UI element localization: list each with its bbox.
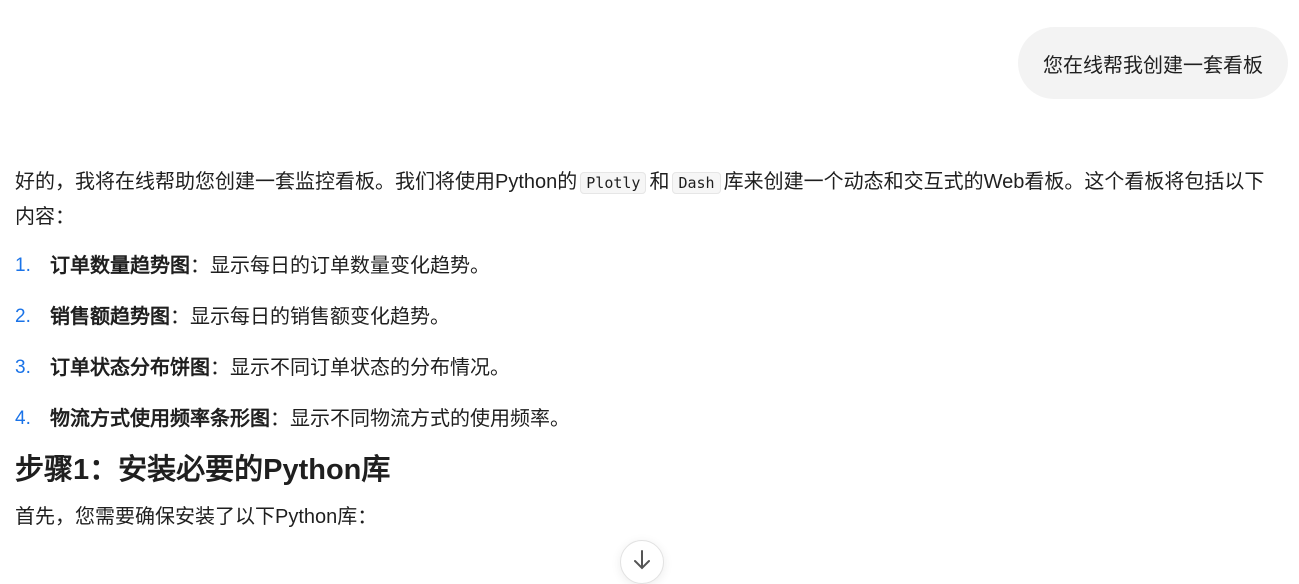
- list-item-title: 订单数量趋势图: [50, 254, 190, 277]
- list-item-title: 销售额趋势图: [50, 305, 170, 328]
- intro-text-and: 和: [649, 171, 670, 193]
- list-item-desc: ：显示每日的销售额变化趋势。: [170, 305, 450, 328]
- scroll-to-bottom-button[interactable]: [620, 540, 664, 584]
- list-item-title: 物流方式使用频率条形图: [50, 407, 270, 430]
- list-number: 2.: [15, 305, 31, 327]
- list-number: 4.: [15, 407, 31, 429]
- inline-code-dash: Dash: [672, 172, 721, 194]
- feature-list: 1. 订单数量趋势图 ：显示每日的订单数量变化趋势。 2. 销售额趋势图 ：显示每日的销…: [15, 240, 1265, 444]
- list-item-desc: ：显示每日的订单数量变化趋势。: [190, 254, 490, 277]
- inline-code-plotly: Plotly: [580, 172, 647, 194]
- arrow-down-icon: [634, 550, 650, 570]
- intro-paragraph: 好的，我将在线帮助您创建一套监控看板。我们将使用Python的 Plotly 和 Da…: [15, 165, 1265, 234]
- list-item: 1. 订单数量趋势图 ：显示每日的订单数量变化趋势。: [15, 240, 1265, 291]
- list-number: 1.: [15, 254, 31, 276]
- user-message-text: 您在线帮我创建一套看板: [1043, 54, 1263, 77]
- list-item: 2. 销售额趋势图 ：显示每日的销售额变化趋势。: [15, 291, 1265, 342]
- list-item-desc: ：显示不同订单状态的分布情况。: [210, 356, 510, 379]
- step-text: 首先，您需要确保安装了以下Python库：: [15, 506, 378, 528]
- intro-text: 好的，我将在线帮助您创建一套监控看板。我们将使用Python的: [15, 171, 578, 193]
- user-message: 您在线帮我创建一套看板: [1018, 27, 1288, 99]
- assistant-reply: 好的，我将在线帮助您创建一套监控看板。我们将使用Python的 Plotly 和 Da…: [15, 165, 1265, 534]
- step-heading: 步骤1：安装必要的Python库: [15, 454, 391, 486]
- list-item: 4. 物流方式使用频率条形图 ：显示不同物流方式的使用频率。: [15, 393, 1265, 444]
- list-item-desc: ：显示不同物流方式的使用频率。: [270, 407, 570, 430]
- list-item-title: 订单状态分布饼图: [50, 356, 210, 379]
- list-item: 3. 订单状态分布饼图 ：显示不同订单状态的分布情况。: [15, 342, 1265, 393]
- list-number: 3.: [15, 356, 31, 378]
